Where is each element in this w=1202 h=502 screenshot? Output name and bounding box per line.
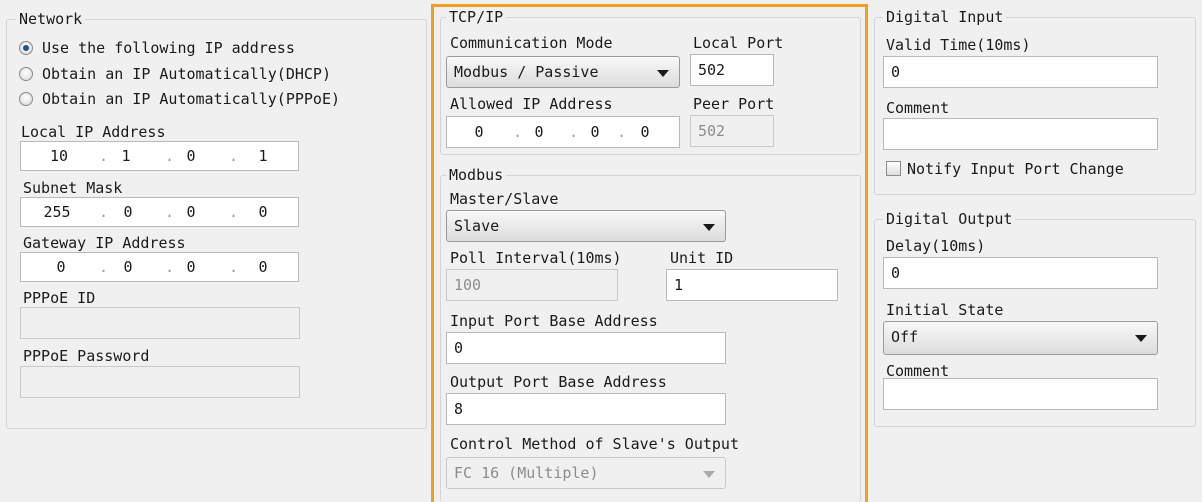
initial-state-value: Off (891, 328, 919, 346)
di-comment-label: Comment (886, 99, 950, 117)
local-ip-octet-1: 10 (49, 147, 69, 165)
ip-dot: . (229, 258, 239, 276)
gateway-octet-4: 0 (258, 258, 268, 276)
ip-dot: . (99, 203, 109, 221)
pppoe-id-label: PPPoE ID (23, 289, 96, 307)
gateway-field[interactable]: 0 . 0 . 0 . 0 (20, 252, 299, 282)
digital-output-legend: Digital Output (883, 211, 1016, 227)
subnet-octet-1: 255 (43, 203, 71, 221)
ip-dot: . (229, 147, 239, 165)
gateway-octet-3: 0 (186, 258, 196, 276)
pppoe-password-field[interactable] (20, 366, 300, 398)
radio-dhcp-label[interactable]: Obtain an IP Automatically(DHCP) (42, 65, 331, 83)
notify-checkbox[interactable] (886, 161, 901, 176)
initial-state-label: Initial State (886, 301, 1004, 319)
tcpip-modbus-highlight (431, 4, 868, 502)
valid-time-field[interactable]: 0 (883, 56, 1158, 88)
local-ip-field[interactable]: 10 . 1 . 0 . 1 (20, 141, 299, 171)
digital-input-legend: Digital Input (883, 9, 1007, 25)
radio-static-ip[interactable] (19, 41, 33, 55)
delay-label: Delay(10ms) (886, 237, 986, 255)
subnet-field[interactable]: 255 . 0 . 0 . 0 (20, 197, 299, 227)
pppoe-id-field[interactable] (20, 307, 300, 339)
pppoe-password-label: PPPoE Password (23, 347, 150, 365)
subnet-octet-4: 0 (258, 203, 268, 221)
do-comment-field[interactable] (883, 378, 1158, 410)
delay-field[interactable]: 0 (883, 257, 1158, 289)
local-ip-octet-3: 0 (186, 147, 196, 165)
radio-dhcp[interactable] (19, 67, 33, 81)
notify-label[interactable]: Notify Input Port Change (907, 160, 1124, 178)
ip-dot: . (229, 203, 239, 221)
gateway-octet-1: 0 (56, 258, 66, 276)
subnet-octet-2: 0 (123, 203, 133, 221)
initial-state-select[interactable]: Off (883, 321, 1158, 355)
subnet-octet-3: 0 (186, 203, 196, 221)
radio-static-ip-label[interactable]: Use the following IP address (42, 39, 295, 57)
chevron-down-icon (1135, 335, 1147, 342)
local-ip-octet-2: 1 (121, 147, 131, 165)
subnet-label: Subnet Mask (23, 179, 123, 197)
di-comment-field[interactable] (883, 118, 1158, 150)
local-ip-octet-4: 1 (258, 147, 268, 165)
gateway-label: Gateway IP Address (23, 234, 186, 252)
radio-pppoe-label[interactable]: Obtain an IP Automatically(PPPoE) (42, 90, 340, 108)
local-ip-label: Local IP Address (21, 123, 166, 141)
gateway-octet-2: 0 (123, 258, 133, 276)
valid-time-label: Valid Time(10ms) (886, 36, 1031, 54)
radio-pppoe[interactable] (19, 92, 33, 106)
ip-dot: . (99, 258, 109, 276)
network-legend: Network (16, 11, 86, 27)
